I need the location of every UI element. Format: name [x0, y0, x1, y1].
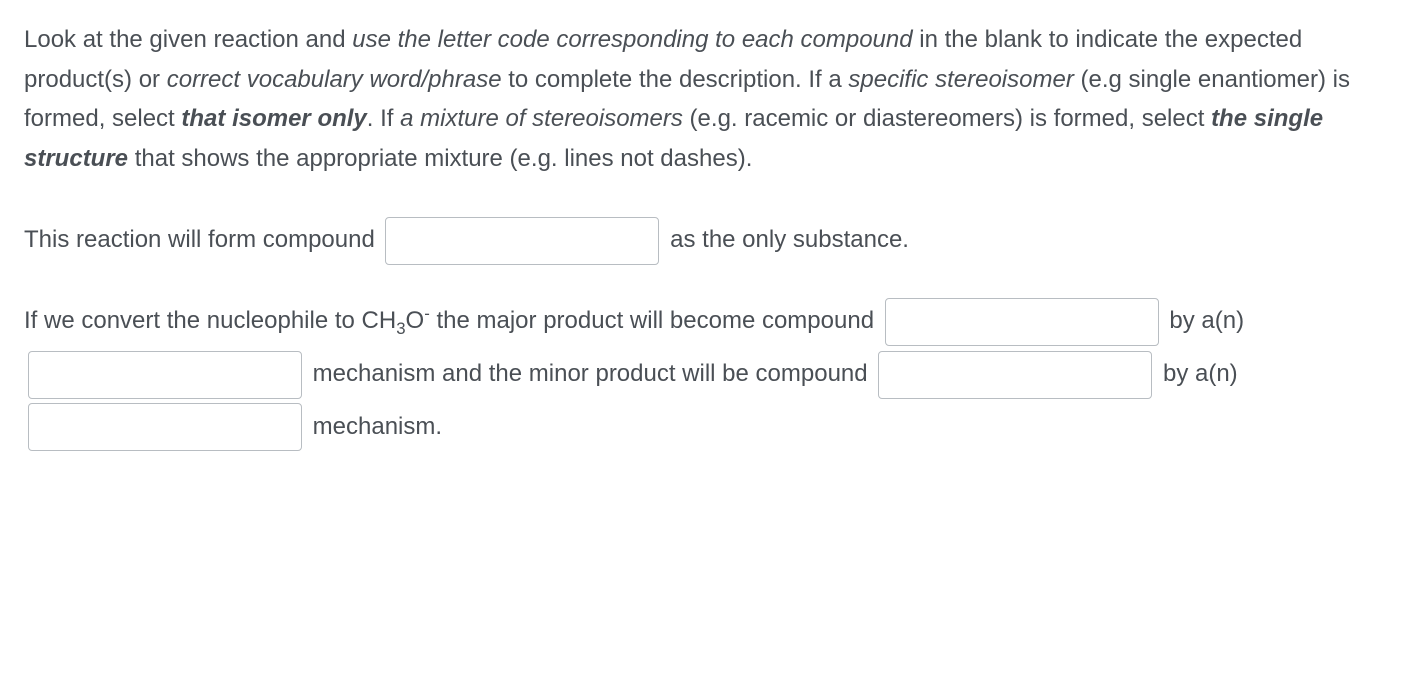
instructions-paragraph: Look at the given reaction and use the l… [24, 20, 1378, 178]
q2-by-an-2: by a(n) [1156, 360, 1237, 387]
instr-italic-2: correct vocabulary word/phrase [167, 66, 502, 93]
q2-nucleophile-phrase: If we convert the nucleophile to CH3O- [24, 307, 430, 334]
instr-text-6: (e.g. racemic or diastereomers) is forme… [683, 105, 1211, 132]
q2-minor-mechanism-input[interactable] [28, 403, 302, 451]
question-1: This reaction will form compound as the … [24, 214, 1378, 267]
instr-text-1: Look at the given reaction and [24, 26, 352, 53]
q1-after: as the only substance. [663, 226, 908, 253]
instr-bolditalic-1: that isomer only [181, 105, 366, 132]
q2-sub: 3 [396, 319, 405, 338]
q2-by-an-1: by a(n) [1163, 307, 1244, 334]
instr-text-5: . If [367, 105, 400, 132]
q2-minor-compound-input[interactable] [878, 351, 1152, 399]
instr-text-7: that shows the appropriate mixture (e.g.… [128, 145, 752, 172]
question-2: If we convert the nucleophile to CH3O- t… [24, 295, 1378, 453]
q1-compound-input[interactable] [385, 217, 659, 265]
q1-before: This reaction will form compound [24, 226, 381, 253]
q2-after-sub: O [406, 307, 425, 334]
instr-text-3: to complete the description. If a [502, 66, 849, 93]
q2-mech-end: mechanism. [306, 413, 442, 440]
q2-major-compound-input[interactable] [885, 298, 1159, 346]
instr-italic-1: use the letter code corresponding to eac… [352, 26, 912, 53]
q2-mech-and-minor: mechanism and the minor product will be … [306, 360, 874, 387]
q2-major-mechanism-input[interactable] [28, 351, 302, 399]
q2-before: If we convert the nucleophile to CH [24, 307, 396, 334]
instr-italic-4: a mixture of stereoisomers [400, 105, 683, 132]
instr-italic-3: specific stereoisomer [848, 66, 1073, 93]
q2-rest: the major product will become compound [430, 307, 881, 334]
